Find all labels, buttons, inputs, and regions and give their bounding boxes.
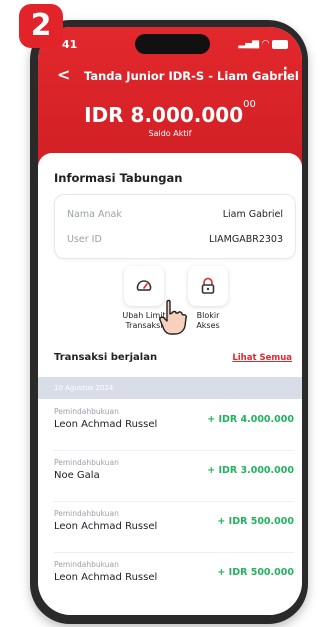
balance-label: Saldo Aktif — [148, 129, 192, 138]
date-header: 10 Agustus 2024 — [38, 377, 302, 399]
transaction-name: Leon Achmad Russel — [54, 419, 158, 430]
balance-amount: IDR 8.000.000 — [84, 103, 244, 127]
block-access-button[interactable] — [188, 266, 228, 306]
date-label: 10 Agustus 2024 — [54, 384, 114, 392]
battery-icon — [272, 39, 288, 49]
status-icons: ▂▄▆ ◠ — [238, 39, 288, 49]
transaction-name: Noe Gala — [54, 470, 100, 481]
balance-cents: 00 — [243, 99, 256, 110]
savings-info-box: Nama Anak Liam Gabriel User ID LIAMGABR2… — [54, 194, 296, 259]
lock-icon — [201, 277, 215, 294]
transaction-amount: + IDR 4.000.000 — [207, 414, 294, 425]
running-transactions-title: Transaksi berjalan — [54, 352, 158, 363]
child-name-row: Nama Anak Liam Gabriel — [67, 209, 283, 220]
see-all-link[interactable]: Lihat Semua — [232, 353, 292, 363]
camera-notch — [135, 34, 210, 54]
balance-block: IDR 8.000.00000 Saldo Aktif — [38, 99, 302, 138]
transaction-row[interactable]: Pemindahbukuan Leon Achmad Russel + IDR … — [54, 501, 294, 553]
transaction-amount: + IDR 500.000 — [217, 567, 294, 578]
user-id-value: LIAMGABR2303 — [209, 234, 283, 245]
block-access-label-line1: Blokir — [196, 311, 220, 320]
user-id-row: User ID LIAMGABR2303 — [67, 234, 283, 245]
transaction-type: Pemindahbukuan — [54, 407, 119, 416]
wifi-icon: ◠ — [262, 39, 269, 49]
child-name-label: Nama Anak — [67, 209, 122, 220]
phone-screen: 41 ▂▄▆ ◠ < Tanda Junior IDR-S - Liam Gab… — [38, 27, 302, 615]
step-number-badge: 2 — [19, 4, 63, 48]
content-card: Informasi Tabungan Nama Anak Liam Gabrie… — [38, 153, 302, 615]
signal-icon: ▂▄▆ — [238, 39, 260, 49]
transaction-name: Leon Achmad Russel — [54, 521, 158, 532]
savings-info-title: Informasi Tabungan — [54, 171, 183, 185]
more-menu-icon[interactable]: · · · — [283, 62, 288, 86]
transaction-amount: + IDR 3.000.000 — [207, 465, 294, 476]
child-name-value: Liam Gabriel — [222, 209, 283, 220]
transaction-amount: + IDR 500.000 — [217, 516, 294, 527]
status-time: 41 — [62, 38, 78, 51]
tap-hand-icon — [159, 299, 187, 335]
transaction-row[interactable]: Pemindahbukuan Leon Achmad Russel + IDR … — [54, 552, 294, 603]
change-limit-label-line2: Transaksi — [125, 321, 163, 330]
transaction-row[interactable]: Pemindahbukuan Noe Gala + IDR 3.000.000 — [54, 450, 294, 502]
speedometer-icon — [136, 280, 152, 291]
back-arrow-icon[interactable]: < — [57, 65, 70, 84]
page-title: Tanda Junior IDR-S - Liam Gabriel — [84, 69, 299, 83]
block-access-label-line2: Akses — [196, 321, 220, 330]
transaction-type: Pemindahbukuan — [54, 560, 119, 569]
transaction-type: Pemindahbukuan — [54, 509, 119, 518]
transaction-row[interactable]: Pemindahbukuan Leon Achmad Russel + IDR … — [54, 399, 294, 451]
transaction-name: Leon Achmad Russel — [54, 572, 158, 583]
user-id-label: User ID — [67, 234, 102, 245]
transaction-type: Pemindahbukuan — [54, 458, 119, 467]
